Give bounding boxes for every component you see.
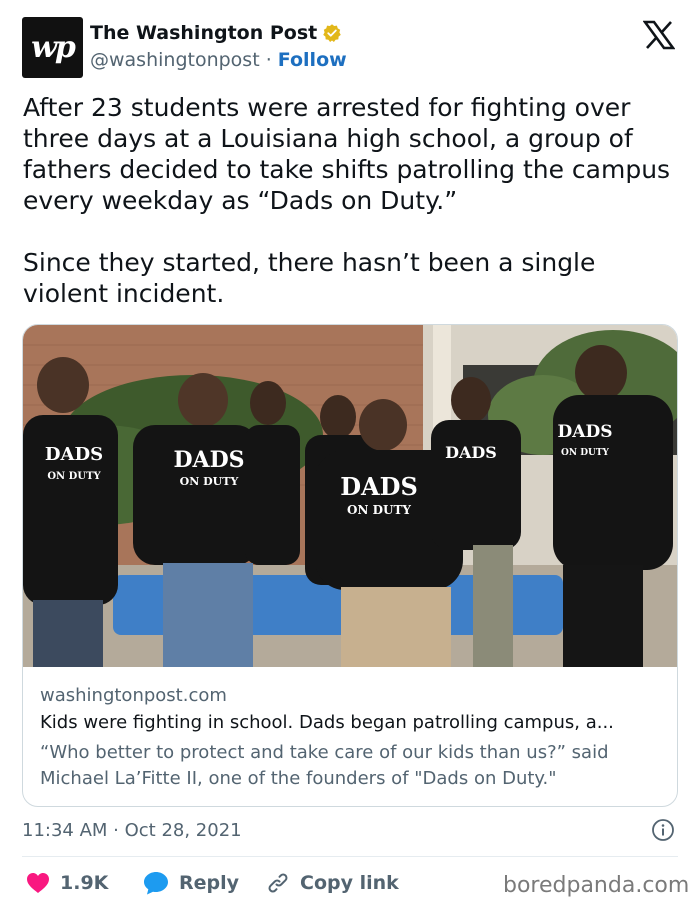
avatar-logo-text: wp bbox=[31, 30, 76, 65]
handle-row: @washingtonpost · Follow bbox=[90, 49, 347, 71]
author-name[interactable]: The Washington Post bbox=[90, 22, 317, 44]
reply-bubble-icon bbox=[144, 872, 168, 895]
shirt-text-dads: DADS bbox=[558, 422, 613, 442]
info-icon[interactable] bbox=[651, 818, 675, 842]
copy-link-button[interactable]: Copy link bbox=[266, 870, 399, 896]
divider bbox=[22, 856, 678, 857]
tweet-timestamp[interactable]: 11:34 AM · Oct 28, 2021 bbox=[22, 820, 242, 841]
shirt-text-dads: DADS bbox=[445, 443, 497, 462]
author-handle[interactable]: @washingtonpost bbox=[90, 49, 260, 71]
tweet-embed: wp The Washington Post @washingtonpost ·… bbox=[0, 0, 700, 909]
shirt-text-on-duty: ON DUTY bbox=[180, 475, 239, 488]
washington-post-avatar[interactable]: wp bbox=[22, 17, 83, 78]
card-title[interactable]: Kids were fighting in school. Dads began… bbox=[40, 712, 665, 733]
follow-button[interactable]: Follow bbox=[278, 49, 347, 71]
boredpanda-watermark: boredpanda.com bbox=[503, 873, 690, 898]
reply-button[interactable]: Reply bbox=[143, 870, 239, 896]
x-logo-icon[interactable] bbox=[643, 20, 675, 50]
separator-dot: · bbox=[259, 49, 278, 71]
reply-label: Reply bbox=[179, 872, 240, 894]
shirt-text-dads: DADS bbox=[173, 447, 244, 473]
like-count: 1.9K bbox=[60, 872, 109, 894]
tweet-text: After 23 students were arrested for figh… bbox=[23, 93, 671, 308]
shirt-text-on-duty: ON DUTY bbox=[47, 471, 101, 482]
heart-icon bbox=[27, 873, 49, 893]
shirt-text-on-duty: ON DUTY bbox=[347, 503, 411, 517]
shirt-text-on-duty: ON DUTY bbox=[561, 448, 610, 458]
link-card[interactable]: DADS ON DUTY DADS ON DUTY DADS ON DUTY D… bbox=[22, 324, 678, 807]
card-photo[interactable]: DADS ON DUTY DADS ON DUTY DADS ON DUTY D… bbox=[23, 325, 678, 667]
like-button[interactable]: 1.9K bbox=[26, 870, 108, 896]
card-domain: washingtonpost.com bbox=[40, 685, 227, 706]
verified-badge-icon bbox=[323, 24, 341, 42]
shirt-text-dads: DADS bbox=[340, 472, 418, 501]
author-name-row[interactable]: The Washington Post bbox=[90, 22, 342, 44]
shirt-text-dads: DADS bbox=[45, 444, 103, 465]
link-icon bbox=[268, 873, 288, 893]
copy-link-label: Copy link bbox=[300, 872, 399, 894]
card-description: “Who better to protect and take care of … bbox=[40, 742, 609, 789]
